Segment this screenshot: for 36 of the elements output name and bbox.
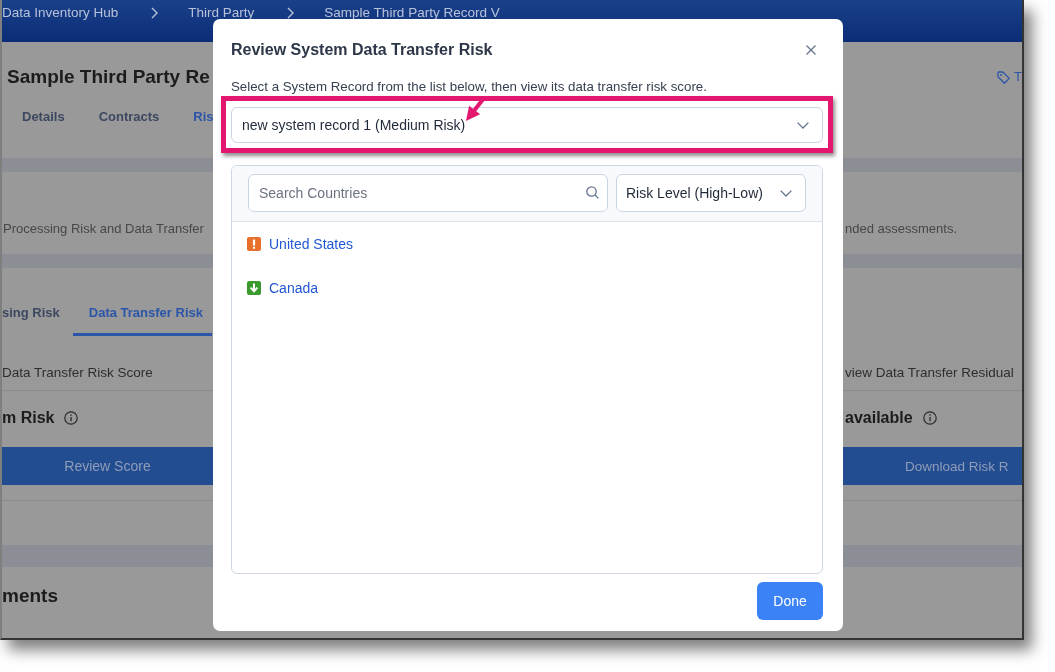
dialog-title: Review System Data Transfer Risk bbox=[231, 40, 493, 60]
risk-value: m Risk bbox=[2, 408, 55, 428]
risk-tab[interactable]: Data Transfer Risk bbox=[72, 305, 212, 336]
country-link[interactable]: Canada bbox=[269, 279, 319, 297]
breadcrumb-link[interactable]: Data Inventory Hub bbox=[2, 5, 119, 21]
down-arrow-icon bbox=[247, 281, 261, 295]
info-icon bbox=[64, 411, 79, 425]
tag-link[interactable]: T bbox=[1014, 69, 1022, 85]
sort-dropdown[interactable]: Risk Level (High-Low) bbox=[616, 174, 806, 212]
record-tab[interactable]: Contracts bbox=[98, 103, 160, 131]
search-field[interactable]: Search Countries bbox=[248, 174, 608, 212]
country-link[interactable]: United States bbox=[269, 235, 354, 253]
instruction-text: Select a System Record from the list below, then view its data transfer risk score. bbox=[231, 79, 708, 95]
search-icon bbox=[586, 186, 599, 199]
chevron-right-icon bbox=[287, 7, 295, 19]
intro-text: nded assessments. bbox=[845, 221, 957, 237]
record-title: Sample Third Party Re bbox=[7, 65, 210, 89]
section-heading: ments bbox=[2, 585, 58, 607]
breadcrumb-link[interactable]: Sample Third Party Record V bbox=[324, 5, 500, 21]
close-icon bbox=[806, 45, 816, 55]
info-icon bbox=[922, 411, 937, 425]
exclamation-icon bbox=[247, 237, 261, 251]
done-button[interactable]: Done bbox=[757, 582, 823, 620]
breadcrumb-link[interactable]: Third Party bbox=[188, 5, 255, 21]
intro-text: Processing Risk and Data Transfer bbox=[3, 221, 204, 237]
chevron-down-icon bbox=[797, 121, 809, 129]
record-tab[interactable]: Details bbox=[22, 103, 65, 131]
chevron-down-icon bbox=[780, 189, 792, 197]
risk-tab[interactable]: sing Risk bbox=[2, 305, 69, 336]
record-tab[interactable]: Ris bbox=[193, 103, 214, 131]
risk-value: available bbox=[845, 408, 913, 428]
tag-icon bbox=[997, 70, 1011, 84]
score-button[interactable]: Download Risk R bbox=[843, 447, 1022, 485]
chevron-right-icon bbox=[151, 7, 159, 19]
score-button[interactable]: Review Score bbox=[2, 447, 213, 485]
system-record-dropdown[interactable]: new system record 1 (Medium Risk) bbox=[231, 107, 823, 143]
